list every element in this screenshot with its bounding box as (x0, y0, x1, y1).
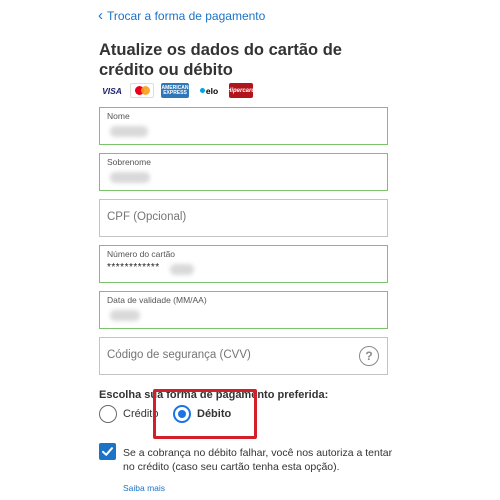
hipercard-logo-icon: Hipercard (227, 83, 255, 98)
cvv-placeholder: Código de segurança (CVV) (107, 349, 251, 361)
cpf-placeholder: CPF (Opcional) (107, 211, 187, 223)
visa-logo-icon: VISA (102, 85, 122, 96)
radio-credito[interactable]: Crédito (99, 405, 158, 423)
chevron-left-icon: ‹ (98, 7, 103, 24)
cvv-field[interactable]: Código de segurança (CVV) ? (99, 337, 388, 375)
highlight-annotation (153, 389, 257, 439)
page-title: Atualize os dados do cartão de crédito o… (99, 41, 342, 79)
card-number-value: ************ (107, 262, 160, 273)
nome-label: Nome (107, 111, 130, 121)
card-number-redacted (170, 264, 194, 275)
radio-credito-circle[interactable] (99, 405, 117, 423)
back-link[interactable]: ‹ Trocar a forma de pagamento (98, 7, 266, 24)
card-logos: VISA AMERICAN EXPRESS elo Hipercard (101, 83, 255, 98)
card-number-label: Número do cartão (107, 249, 176, 259)
expiry-field[interactable]: Data de validade (MM/AA) (99, 291, 388, 329)
checkmark-icon (102, 447, 113, 456)
sobrenome-label: Sobrenome (107, 157, 151, 167)
expiry-value-redacted (110, 310, 140, 321)
consent-checkbox[interactable] (99, 443, 116, 460)
nome-field[interactable]: Nome (99, 107, 388, 145)
nome-value-redacted (110, 126, 148, 137)
elo-logo-icon: elo (196, 83, 222, 98)
sobrenome-value-redacted (110, 172, 150, 183)
back-link-label: Trocar a forma de pagamento (107, 9, 266, 23)
consent-text: Se a cobrança no débito falhar, você nos… (123, 447, 393, 473)
sobrenome-field[interactable]: Sobrenome (99, 153, 388, 191)
help-icon[interactable]: ? (359, 346, 379, 366)
mastercard-logo-icon (130, 83, 154, 98)
cpf-field[interactable]: CPF (Opcional) (99, 199, 388, 237)
amex-logo-icon: AMERICAN EXPRESS (161, 83, 189, 98)
saiba-mais-link[interactable]: Saiba mais (123, 483, 165, 493)
card-number-field[interactable]: Número do cartão ************ (99, 245, 388, 283)
expiry-label: Data de validade (MM/AA) (107, 295, 207, 305)
